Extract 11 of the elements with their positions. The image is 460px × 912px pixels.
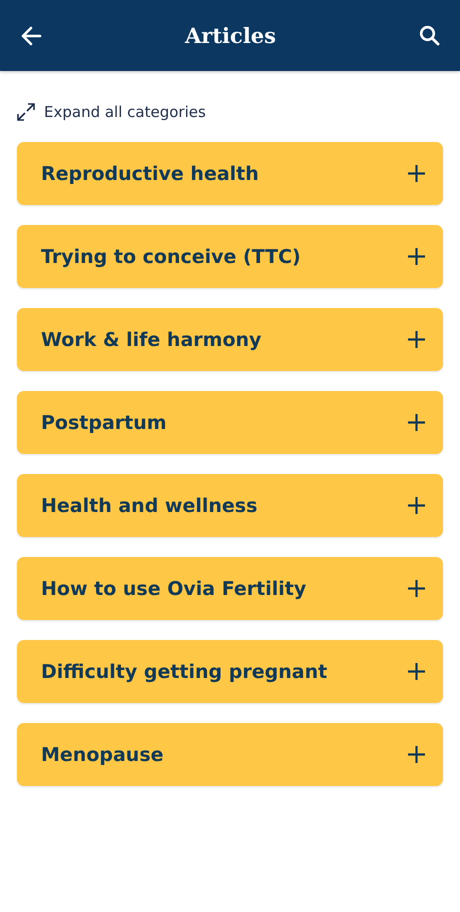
category-item[interactable]: Health and wellness — [17, 474, 443, 537]
category-item[interactable]: Difficulty getting pregnant — [17, 640, 443, 703]
category-item[interactable]: Postpartum — [17, 391, 443, 454]
category-item[interactable]: Menopause — [17, 723, 443, 786]
expand-all-link[interactable]: Expand all categories — [17, 97, 206, 127]
category-item[interactable]: How to use Ovia Fertility — [17, 557, 443, 620]
expand-icon — [17, 103, 35, 121]
category-item[interactable]: Reproductive health — [17, 142, 443, 205]
category-item[interactable]: Trying to conceive (TTC) — [17, 225, 443, 288]
page-title: Articles — [185, 23, 276, 48]
category-item[interactable]: Work & life harmony — [17, 308, 443, 371]
